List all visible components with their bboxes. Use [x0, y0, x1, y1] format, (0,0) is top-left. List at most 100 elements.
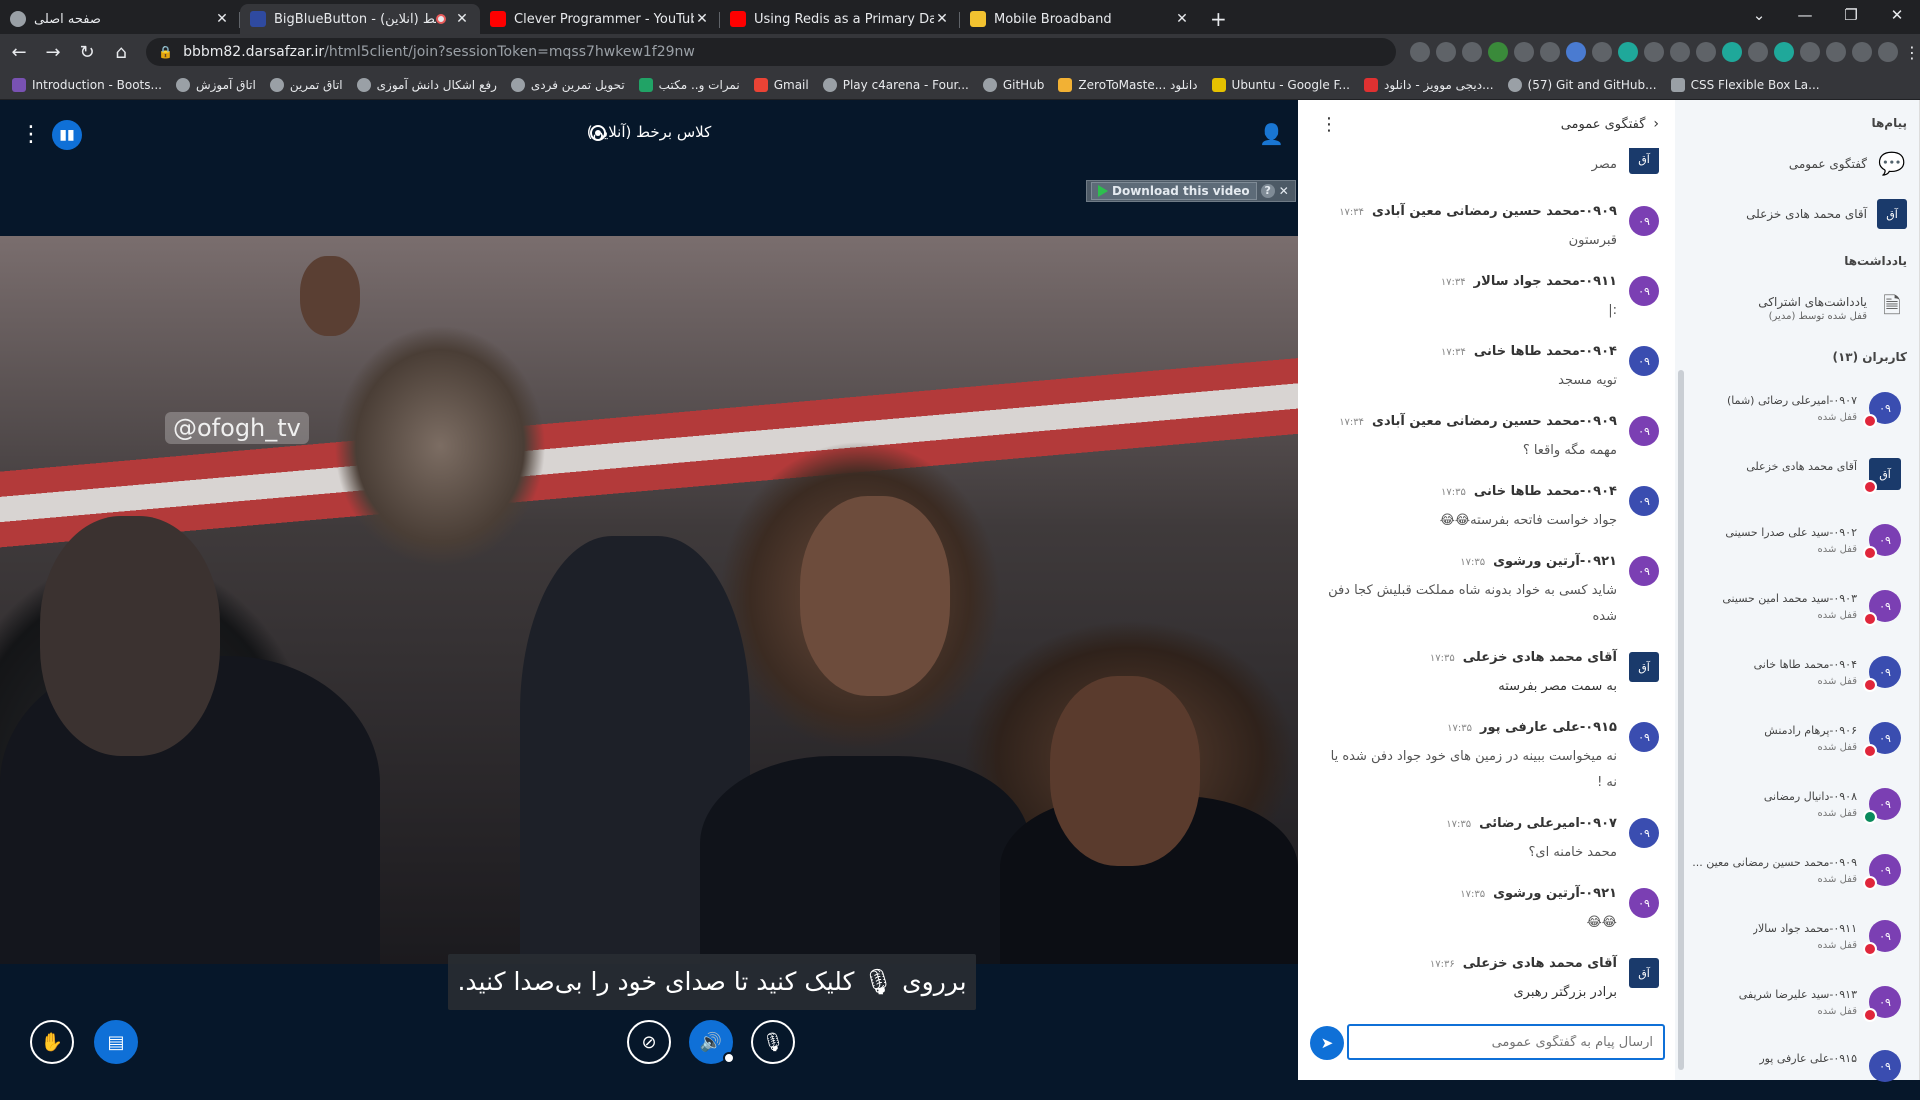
user-list-item[interactable]: ۰۹ ۰۹۰۷-امیرعلی رضائی (شما) قفل شده	[1691, 388, 1901, 442]
close-window-icon[interactable]: ✕	[1874, 6, 1920, 24]
forward-icon[interactable]: →	[38, 36, 68, 68]
bookmark[interactable]: CSS Flexible Box La...	[1670, 77, 1820, 92]
user-name: ۰۹۱۵-علی عارفی پور	[1759, 1052, 1857, 1065]
browser-tab[interactable]: Clever Programmer - YouTube ✕	[480, 4, 720, 34]
url-host: bbbm82.darsafzar.ir	[183, 44, 325, 60]
bookmark[interactable]: GitHub	[982, 77, 1044, 92]
bookmark[interactable]: تحویل تمرین فردی	[510, 77, 625, 92]
reading-list-icon[interactable]	[1825, 42, 1846, 62]
lock-icon[interactable]: 🔒	[158, 45, 173, 59]
tab-search-icon[interactable]: ⌄	[1736, 6, 1782, 24]
browser-tab[interactable]: Mobile Broadband ✕	[960, 4, 1200, 34]
url-input[interactable]: 🔒 bbbm82.darsafzar.ir /html5client/join?…	[146, 38, 1396, 66]
minimize-icon[interactable]: —	[1782, 6, 1828, 24]
chat-options-icon[interactable]: ⋮	[1320, 114, 1338, 135]
notes-lock-status: قفل شده توسط (مدیر)	[1768, 310, 1867, 322]
lock-status: قفل شده	[1817, 544, 1857, 555]
translate-icon[interactable]	[1565, 42, 1586, 62]
user-list-item[interactable]: ۰۹ ۰۹۰۳-سید محمد امین حسینی قفل شده	[1691, 586, 1901, 640]
private-chat-item[interactable]: آق آقای محمد هادی خزعلی	[1687, 194, 1907, 234]
bookmark[interactable]: رفع اشکال دانش آموزی	[356, 77, 497, 92]
extension-icon[interactable]	[1591, 42, 1612, 62]
reload-icon[interactable]: ↻	[72, 36, 102, 68]
bookmark[interactable]: Introduction - Boots...	[12, 77, 162, 92]
bookmark[interactable]: ZeroToMaste... دانلود	[1058, 77, 1198, 92]
extension-icon[interactable]	[1747, 42, 1768, 62]
restore-icon[interactable]: ❐	[1828, 6, 1874, 24]
extension-icon[interactable]	[1487, 42, 1508, 62]
chevron-right-icon[interactable]: ‹	[1653, 116, 1659, 132]
download-video-button[interactable]: Download this video	[1091, 182, 1257, 200]
download-video-bar[interactable]: Download this video ? ✕	[1086, 180, 1296, 202]
profile-avatar[interactable]	[1877, 42, 1898, 62]
presentation-toggle-button[interactable]: ▤	[94, 1020, 138, 1064]
tab-title: Using Redis as a Primary Databa	[754, 11, 934, 27]
star-icon[interactable]	[1461, 42, 1482, 62]
close-tab-icon[interactable]: ✕	[214, 11, 230, 27]
close-tab-icon[interactable]: ✕	[694, 11, 710, 27]
chat-message-input[interactable]	[1347, 1024, 1665, 1060]
close-tab-icon[interactable]: ✕	[454, 11, 470, 27]
user-name: ۰۹۰۷-امیرعلی رضائی (شما)	[1726, 394, 1857, 407]
bookmark[interactable]: (57) Git and GitHub...	[1507, 77, 1657, 92]
user-list-item[interactable]: ۰۹ ۰۹۱۵-علی عارفی پور	[1691, 1046, 1901, 1100]
home-icon[interactable]: ⌂	[106, 36, 136, 68]
browser-menu-icon[interactable]: ⋮	[1904, 43, 1920, 62]
tab-title: صفحه اصلی	[34, 11, 101, 27]
extension-icon[interactable]	[1721, 42, 1742, 62]
user-list-item[interactable]: ۰۹ ۰۹۱۳-سید علیرضا شریفی قفل شده	[1691, 982, 1901, 1036]
help-icon[interactable]: ?	[1260, 184, 1275, 198]
send-message-button[interactable]: ➤	[1310, 1026, 1344, 1060]
close-icon[interactable]: ✕	[1279, 184, 1289, 198]
extension-icon[interactable]	[1773, 42, 1794, 62]
puzzle-icon[interactable]	[1799, 42, 1820, 62]
side-panel-icon[interactable]	[1851, 42, 1872, 62]
browser-tab[interactable]: صفحه اصلی ✕	[0, 4, 240, 34]
browser-tab[interactable]: Using Redis as a Primary Databa ✕	[720, 4, 960, 34]
message-sender: ۰۹۲۱-آرتین ورشوی۱۷:۳۵	[1460, 886, 1617, 901]
close-tab-icon[interactable]: ✕	[1174, 11, 1190, 27]
camera-icon[interactable]	[1409, 42, 1430, 62]
extension-icon[interactable]	[1513, 42, 1534, 62]
new-tab-button[interactable]: +	[1200, 4, 1240, 34]
bookmark[interactable]: اتاق آموزش	[175, 77, 256, 92]
public-chat-item[interactable]: 💬 گفتگوی عمومی	[1687, 144, 1907, 184]
bookmark[interactable]: Ubuntu - Google F...	[1211, 77, 1350, 92]
mute-microphone-button[interactable]: 🎙	[751, 1020, 795, 1064]
shared-notes-item[interactable]: 🗎 یادداشت‌های اشتراکی قفل شده توسط (مدیر)	[1687, 288, 1907, 328]
share-webcam-button[interactable]: ⊘	[627, 1020, 671, 1064]
user-list-scrollbar[interactable]	[1678, 370, 1684, 1070]
user-list-item[interactable]: ۰۹ ۰۹۱۱-محمد جواد سالار قفل شده	[1691, 916, 1901, 970]
user-list-toggle-icon[interactable]: 👤	[1259, 122, 1284, 146]
bookmark[interactable]: نمرات و.. مکتب	[638, 77, 740, 92]
extension-icon[interactable]	[1669, 42, 1690, 62]
message-time: ۱۷:۳۴	[1440, 277, 1466, 288]
audio-button[interactable]: 🔊	[689, 1020, 735, 1064]
raise-hand-button[interactable]: ✋	[30, 1020, 74, 1064]
user-name: آقای محمد هادی خزعلی	[1746, 460, 1857, 473]
browser-tabbar: صفحه اصلی ✕ BigBlueButton - برخط (آنلاین…	[0, 0, 1920, 34]
user-list-item[interactable]: ۰۹ ۰۹۰۸-دانیال رمضانی قفل شده	[1691, 784, 1901, 838]
bookmark[interactable]: دیجی موویز - دانلود...	[1363, 77, 1494, 92]
user-list-item[interactable]: آق آقای محمد هادی خزعلی	[1691, 454, 1901, 508]
bookmark[interactable]: Gmail	[753, 77, 809, 92]
extension-icon[interactable]	[1695, 42, 1716, 62]
audio-settings-icon[interactable]	[723, 1052, 735, 1064]
extension-icon[interactable]	[1643, 42, 1664, 62]
presentation-icon: ▤	[107, 1031, 125, 1053]
extension-icon[interactable]	[1539, 42, 1560, 62]
user-list-item[interactable]: ۰۹ ۰۹۰۲-سید علی صدرا حسینی قفل شده	[1691, 520, 1901, 574]
browser-tab-active[interactable]: BigBlueButton - برخط (آنلاین) ✕	[240, 4, 480, 34]
bookmark[interactable]: اتاق تمرین	[269, 77, 343, 92]
users-section-title: کاربران (۱۳)	[1832, 350, 1907, 364]
extension-icon[interactable]	[1617, 42, 1638, 62]
chat-bubbles-icon: 💬	[1878, 151, 1906, 177]
mic-muted-icon	[1863, 612, 1877, 626]
share-icon[interactable]	[1435, 42, 1456, 62]
user-list-item[interactable]: ۰۹ ۰۹۰۹-محمد حسین رمضانی معین ... قفل شد…	[1691, 850, 1901, 904]
user-list-item[interactable]: ۰۹ ۰۹۰۶-پرهام رادمنش قفل شده	[1691, 718, 1901, 772]
back-icon[interactable]: ←	[4, 36, 34, 68]
bookmark[interactable]: Play c4arena - Four...	[822, 77, 969, 92]
user-list-item[interactable]: ۰۹ ۰۹۰۴-محمد طاها خانی قفل شده	[1691, 652, 1901, 706]
close-tab-icon[interactable]: ✕	[934, 11, 950, 27]
